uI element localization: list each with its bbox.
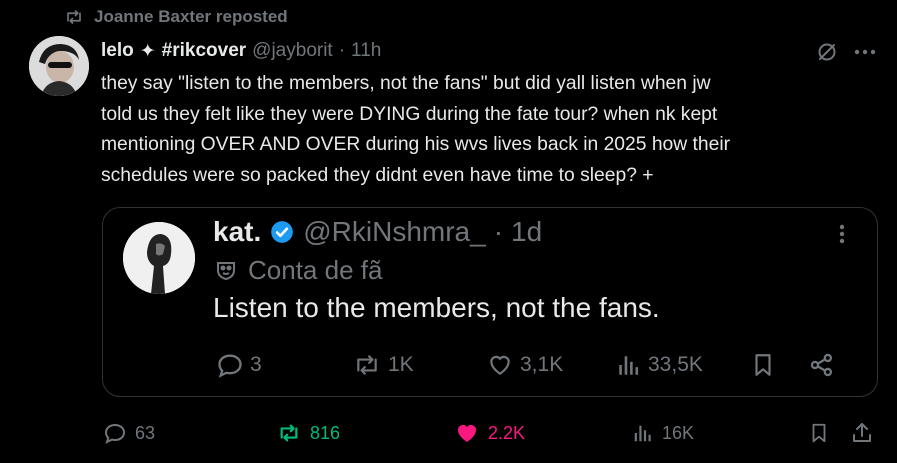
author-name-suffix[interactable]: #rikcover [162, 40, 247, 62]
quoted-repost-count: 1K [388, 353, 414, 376]
repost-icon [352, 352, 382, 378]
quoted-like-count: 3,1K [520, 353, 564, 376]
quoted-bookmark-button[interactable] [750, 350, 776, 380]
fan-account-label: Conta de fã [214, 254, 382, 286]
bookmark-icon [808, 421, 830, 445]
quoted-like-button[interactable]: 3,1K [486, 350, 563, 380]
author-handle[interactable]: @jayborit [252, 40, 333, 62]
verified-badge-icon [269, 219, 295, 245]
time-separator: · [338, 40, 346, 61]
repost-button[interactable]: 816 [276, 420, 340, 446]
bookmark-button[interactable] [808, 420, 830, 446]
share-button[interactable] [850, 420, 874, 446]
views-icon [632, 422, 654, 444]
reply-button[interactable]: 63 [103, 420, 155, 446]
repost-text: Joanne Baxter reposted [94, 7, 288, 26]
quoted-repost-button[interactable]: 1K [352, 350, 414, 380]
heart-icon [454, 421, 480, 445]
share-icon [808, 351, 836, 379]
tweet-header: lelo ✦ #rikcover @jayborit · 11h [101, 38, 381, 64]
tweet-text: they say "listen to the members, not the… [101, 73, 731, 186]
quoted-views-button[interactable]: 33,5K [616, 350, 703, 380]
like-button[interactable]: 2.2K [454, 420, 525, 446]
views-count: 16K [662, 422, 695, 443]
repost-icon [64, 8, 84, 26]
tweet-time[interactable]: 11h [351, 40, 381, 62]
grok-icon[interactable] [815, 40, 839, 64]
repost-icon [276, 422, 302, 444]
bookmark-icon [750, 351, 776, 379]
author-name[interactable]: lelo [101, 40, 134, 62]
upload-share-icon [850, 421, 874, 445]
like-count: 2.2K [488, 422, 526, 443]
avatar[interactable] [29, 36, 89, 96]
quoted-header: kat. @RkiNshmra_ · 1d [213, 213, 542, 251]
repost-context[interactable]: Joanne Baxter reposted [64, 6, 288, 28]
quoted-avatar[interactable] [123, 222, 195, 294]
sparkle-emoji: ✦ [139, 40, 156, 62]
views-icon [616, 352, 642, 378]
fan-account-text: Conta de fã [248, 254, 383, 285]
quoted-text: Listen to the members, not the fans. [213, 292, 660, 323]
reply-count: 63 [135, 422, 156, 443]
reply-icon [216, 351, 244, 379]
quoted-views-count: 33,5K [648, 353, 703, 376]
repost-count: 816 [310, 422, 341, 443]
quoted-time-separator: · [493, 216, 504, 247]
more-options-icon[interactable] [852, 42, 878, 62]
mask-icon [214, 258, 238, 282]
quoted-time[interactable]: 1d [511, 216, 542, 248]
heart-icon [486, 352, 514, 378]
quoted-reply-button[interactable]: 3 [216, 350, 262, 380]
quoted-reply-count: 3 [250, 353, 262, 376]
reply-icon [103, 421, 127, 445]
quoted-share-button[interactable] [808, 350, 836, 380]
quoted-author-handle[interactable]: @RkiNshmra_ [303, 216, 485, 248]
quoted-more-icon[interactable] [830, 222, 854, 246]
views-button[interactable]: 16K [632, 420, 694, 446]
quoted-author-name[interactable]: kat. [213, 216, 261, 248]
